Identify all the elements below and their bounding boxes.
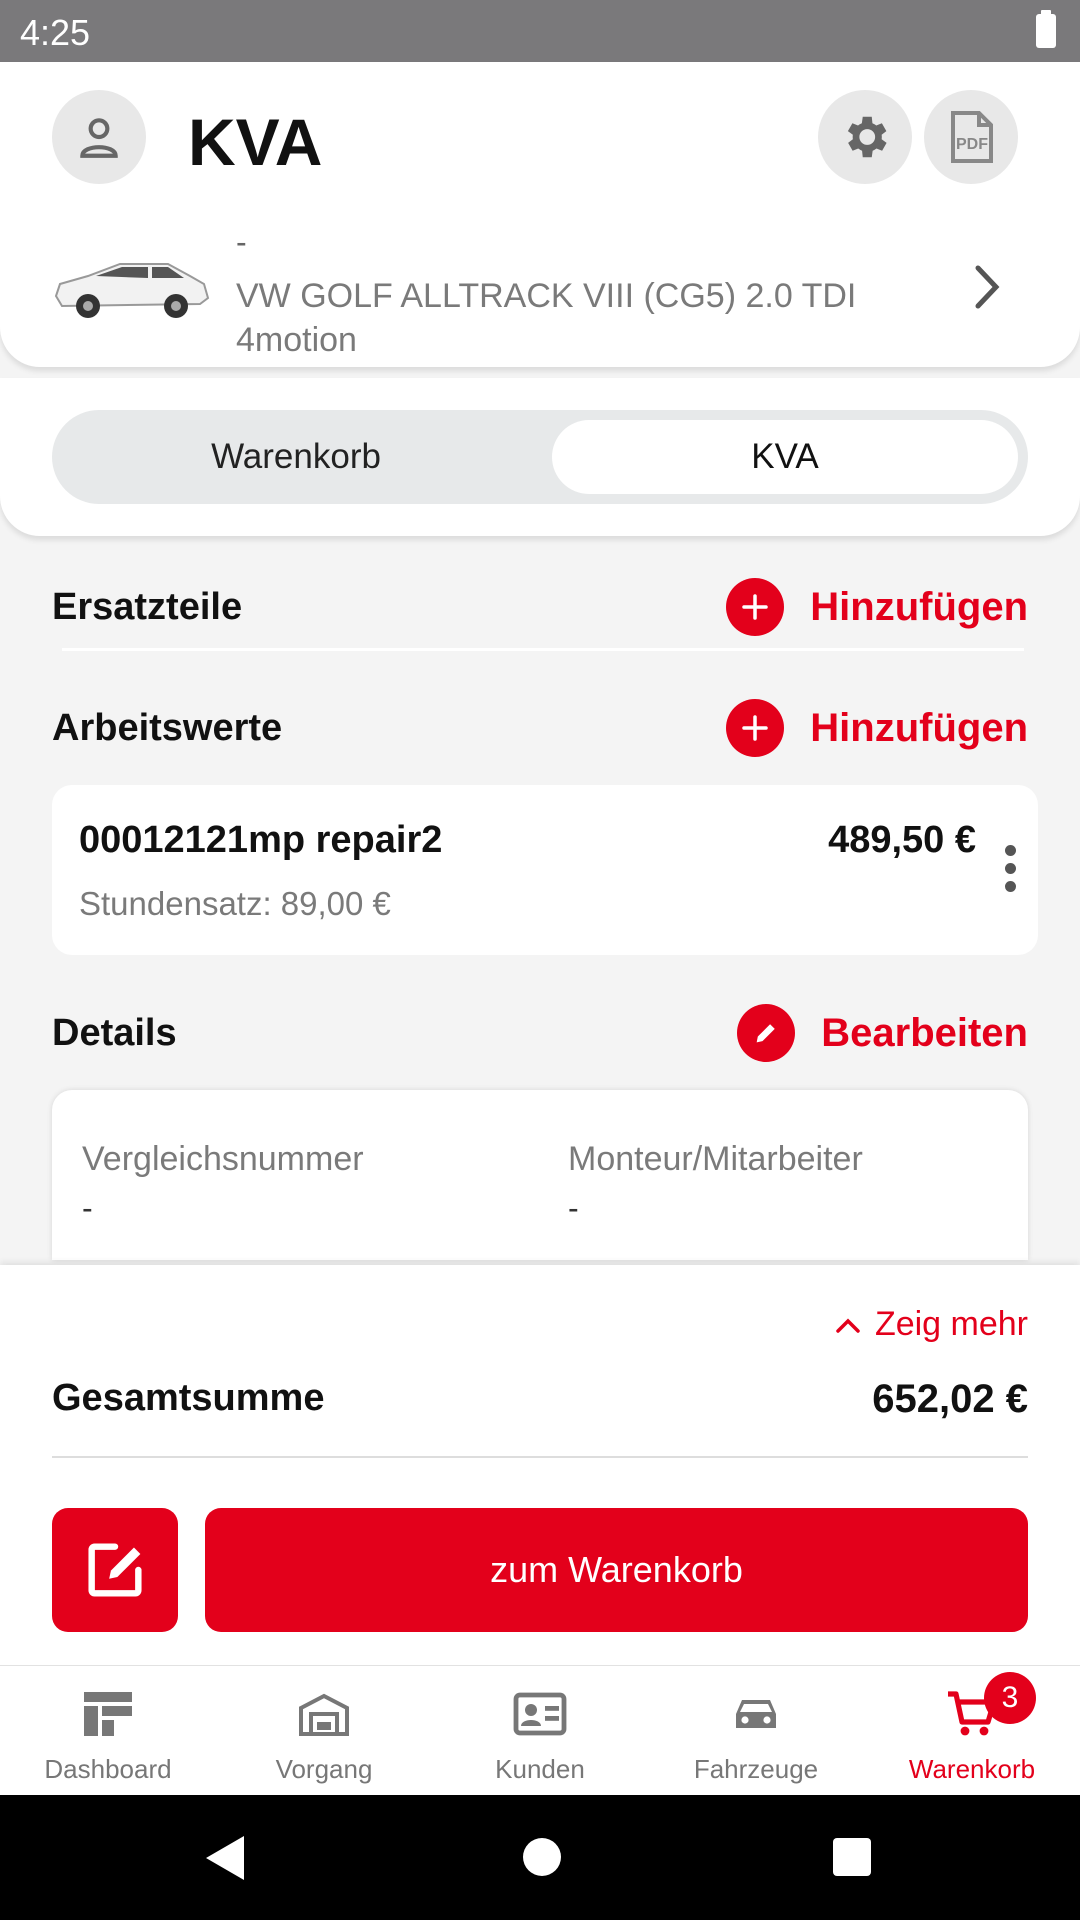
nav-warenkorb[interactable]: 3 Warenkorb (864, 1666, 1080, 1796)
detail-value-monteur: - (568, 1190, 579, 1226)
recents-icon[interactable] (830, 1835, 874, 1879)
bottom-navigation: Dashboard Vorgang Kunden Fahrzeuge 3 War… (0, 1665, 1080, 1795)
gear-icon (847, 116, 887, 158)
details-section-title: Details (52, 1012, 177, 1054)
garage-icon (299, 1693, 349, 1736)
parts-section-title: Ersatzteile (52, 586, 243, 628)
back-icon[interactable] (202, 1833, 248, 1883)
add-parts-button[interactable]: Hinzufügen (726, 578, 1028, 636)
nav-label: Kunden (495, 1754, 585, 1784)
total-value: 652,02 € (872, 1377, 1028, 1421)
labour-item-price: 489,50 € (828, 819, 976, 861)
dashboard-icon (84, 1692, 132, 1736)
plus-icon (726, 699, 785, 757)
plus-icon (726, 578, 785, 636)
labour-item-card[interactable]: 00012121mp repair2 Stundensatz: 89,00 € … (52, 785, 1038, 955)
car-icon (736, 1700, 776, 1728)
vehicle-subtitle: - (236, 224, 247, 260)
svg-text:PDF: PDF (956, 136, 988, 153)
pdf-icon: PDF (951, 111, 993, 163)
nav-dashboard[interactable]: Dashboard (0, 1666, 216, 1796)
nav-label: Warenkorb (908, 1754, 1036, 1784)
tab-warenkorb[interactable]: Warenkorb (52, 410, 540, 504)
segmented-control: Warenkorb KVA (52, 410, 1028, 504)
nav-vorgang[interactable]: Vorgang (216, 1666, 432, 1796)
home-icon[interactable] (520, 1835, 564, 1879)
edit-details-label: Bearbeiten (821, 1010, 1028, 1055)
to-cart-button[interactable]: zum Warenkorb (205, 1508, 1028, 1632)
pencil-icon (737, 1004, 796, 1062)
nav-label: Vorgang (275, 1754, 373, 1784)
tab-kva[interactable]: KVA (552, 420, 1018, 494)
vehicle-image (54, 263, 210, 318)
cart-badge: 3 (984, 1672, 1036, 1724)
vehicle-name[interactable]: VW GOLF ALLTRACK VIII (CG5) 2.0 TDI 4mot… (236, 274, 916, 362)
status-bar: 4:25 (0, 0, 1080, 62)
total-label: Gesamtsumme (52, 1377, 325, 1419)
header-card: KVA PDF - VW GOLF ALLTRACK VIII (CG5) 2.… (0, 62, 1080, 367)
detail-value-vergleichsnummer: - (82, 1190, 93, 1226)
labour-item-rate: Stundensatz: 89,00 € (79, 885, 391, 922)
show-more-label: Zeig mehr (874, 1305, 1028, 1343)
pdf-button[interactable]: PDF (924, 90, 1018, 184)
detail-label-monteur: Monteur/Mitarbeiter (568, 1140, 863, 1178)
chevron-right-icon[interactable] (972, 262, 1002, 312)
add-labour-label: Hinzufügen (810, 705, 1028, 750)
status-time: 4:25 (20, 12, 91, 53)
divider (62, 648, 1024, 651)
detail-label-vergleichsnummer: Vergleichsnummer (82, 1140, 364, 1178)
add-parts-label: Hinzufügen (810, 584, 1028, 629)
profile-button[interactable] (52, 90, 146, 184)
chevron-up-icon (836, 1318, 860, 1333)
settings-button[interactable] (818, 90, 912, 184)
labour-item-name: 00012121mp repair2 (79, 819, 443, 861)
nav-label: Dashboard (44, 1754, 172, 1784)
edit-details-button[interactable]: Bearbeiten (737, 1004, 1028, 1062)
edit-button[interactable] (52, 1508, 178, 1632)
details-card: Vergleichsnummer - Monteur/Mitarbeiter - (52, 1090, 1028, 1260)
labour-section-title: Arbeitswerte (52, 707, 283, 749)
summary-divider (52, 1456, 1028, 1458)
nav-kunden[interactable]: Kunden (432, 1666, 648, 1796)
segment-card: Warenkorb KVA (0, 378, 1080, 536)
user-icon (80, 118, 118, 158)
more-vert-icon[interactable] (1000, 845, 1020, 899)
battery-icon (1036, 10, 1056, 48)
id-card-icon (513, 1692, 567, 1736)
nav-label: Fahrzeuge (693, 1754, 819, 1784)
show-more-button[interactable]: Zeig mehr (833, 1305, 1028, 1344)
page-title: KVA (188, 105, 323, 179)
system-navigation-bar (0, 1795, 1080, 1920)
add-labour-button[interactable]: Hinzufügen (726, 699, 1028, 757)
edit-note-icon (88, 1543, 142, 1597)
nav-fahrzeuge[interactable]: Fahrzeuge (648, 1666, 864, 1796)
